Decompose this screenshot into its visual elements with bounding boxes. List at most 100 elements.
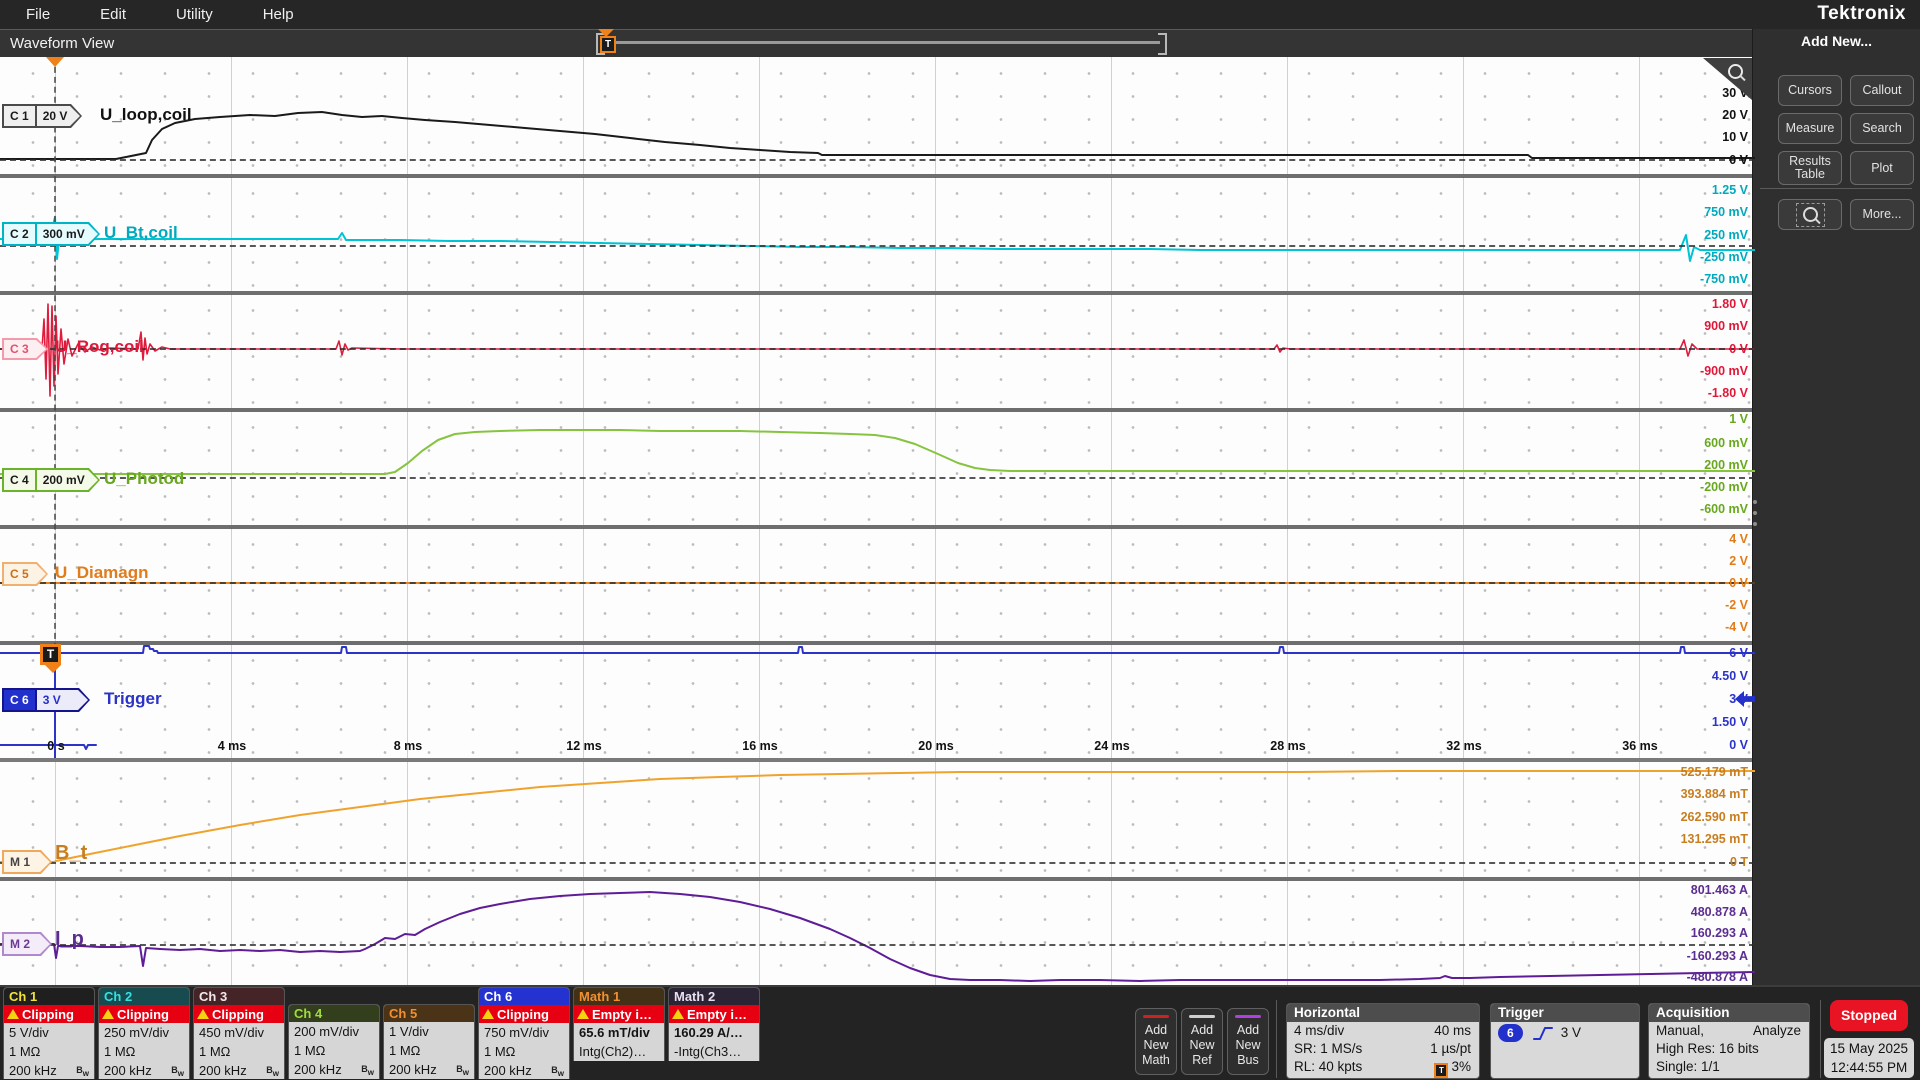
ch3-settings-badge[interactable]: Ch 3 Clipping 450 mV/div 1 MΩ 200 kHzBw: [193, 987, 285, 1079]
ch5-trace: [0, 528, 1755, 641]
ch1-axis-label: 0 V: [1729, 153, 1748, 167]
warning-icon: [482, 1009, 494, 1019]
measure-button[interactable]: Measure: [1778, 113, 1842, 144]
time-tick-label: 36 ms: [1610, 739, 1670, 753]
magnifier-icon: [1728, 64, 1743, 79]
trigger-position-top-triangle[interactable]: [46, 57, 64, 67]
menu-utility[interactable]: Utility: [176, 6, 213, 23]
ch2-axis-label: -750 mV: [1700, 272, 1748, 286]
ch3-axis-label: 1.80 V: [1712, 297, 1748, 311]
ch3-label[interactable]: U_Rog,coil: [55, 337, 144, 357]
math2-zero-line: [0, 944, 1755, 946]
plot-button[interactable]: Plot: [1850, 151, 1914, 185]
ch6-settings-badge[interactable]: Ch 6 Clipping 750 mV/div 1 MΩ 200 kHzBw: [478, 987, 570, 1079]
run-stop-status-button[interactable]: Stopped: [1830, 1000, 1908, 1031]
add-new-bus-button[interactable]: Add New Bus: [1227, 1008, 1269, 1075]
more-button[interactable]: More...: [1850, 199, 1914, 230]
slice-math2: [0, 880, 1755, 985]
bandwidth-icon: Bw: [361, 1060, 374, 1079]
time-tick-label: 16 ms: [730, 739, 790, 753]
ch5-settings-badge[interactable]: Ch 5 1 V/div 1 MΩ 200 kHzBw: [383, 1004, 475, 1079]
math2-label[interactable]: I_p: [55, 928, 84, 951]
ch5-axis-label: -2 V: [1725, 598, 1748, 612]
ch4-zero-line: [0, 477, 1755, 479]
ch3-axis-label: -1.80 V: [1708, 386, 1748, 400]
channel-badge-c6[interactable]: C 63 V: [2, 688, 90, 712]
horizontal-panel[interactable]: Horizontal 4 ms/div40 ms SR: 1 MS/s1 µs/…: [1286, 1003, 1480, 1079]
ch1-axis-label: 20 V: [1722, 108, 1748, 122]
channel-badge-c4[interactable]: C 4200 mV: [2, 468, 100, 492]
trigger-panel[interactable]: Trigger 6 3 V: [1490, 1003, 1640, 1079]
ch4-axis-label: 200 mV: [1704, 458, 1748, 472]
menu-file[interactable]: File: [26, 6, 50, 23]
time-tick-label: 8 ms: [378, 739, 438, 753]
math2-axis-label: 801.463 A: [1691, 883, 1748, 897]
time-tick-label: 4 ms: [202, 739, 262, 753]
math-color-stripe: [1143, 1015, 1169, 1018]
math2-axis-label: -160.293 A: [1687, 949, 1748, 963]
time-tick-label: 12 ms: [554, 739, 614, 753]
ch4-settings-badge[interactable]: Ch 4 200 mV/div 1 MΩ 200 kHzBw: [288, 1004, 380, 1079]
ch4-axis-label: -200 mV: [1700, 480, 1748, 494]
warning-icon: [102, 1009, 114, 1019]
ch6-axis-label: 4.50 V: [1712, 669, 1748, 683]
panel-drag-handle[interactable]: [1753, 500, 1757, 526]
ch2-axis-label: 250 mV: [1704, 228, 1748, 242]
warning-icon: [197, 1009, 209, 1019]
callout-button[interactable]: Callout: [1850, 75, 1914, 106]
ref-color-stripe: [1189, 1015, 1215, 1018]
ch2-label[interactable]: U_Bt,coil: [104, 223, 178, 243]
ch2-axis-label: 750 mV: [1704, 205, 1748, 219]
ch1-settings-badge[interactable]: Ch 1 Clipping 5 V/div 1 MΩ 200 kHzBw: [3, 987, 95, 1079]
time-tick-label: 24 ms: [1082, 739, 1142, 753]
tektronix-logo: Tektronix: [1817, 3, 1906, 25]
time-tick-label: 28 ms: [1258, 739, 1318, 753]
ch3-trace: [0, 294, 1755, 408]
bus-color-stripe: [1235, 1015, 1261, 1018]
time-tick-label: 0 s: [26, 739, 86, 753]
ch2-zero-line: [0, 245, 1755, 247]
ch1-clipping-warning: Clipping: [4, 1005, 94, 1023]
ch6-axis-label: 1.50 V: [1712, 715, 1748, 729]
ch4-axis-label: 1 V: [1729, 412, 1748, 426]
trigger-position-flag-icon[interactable]: T: [600, 36, 616, 53]
ch6-label[interactable]: Trigger: [104, 689, 162, 709]
ch1-label[interactable]: U_loop,coil: [100, 105, 192, 125]
ch5-axis-label: 4 V: [1729, 532, 1748, 546]
panel-divider: [1760, 188, 1912, 189]
ch1-trace: [0, 57, 1755, 174]
ch4-label[interactable]: U_Photod: [104, 469, 184, 489]
date-time-display: 15 May 2025 12:44:55 PM: [1824, 1038, 1914, 1078]
ch6-axis-label: 0 V: [1729, 738, 1748, 752]
ch1-zero-line: [0, 159, 1755, 161]
channel-badge-c1[interactable]: C 120 V: [2, 104, 82, 128]
math2-empty-warning: Empty i…: [669, 1005, 759, 1023]
math1-label[interactable]: B_t: [55, 842, 87, 865]
math2-settings-badge[interactable]: Math 2 Empty i… 160.29 A/… -Intg(Ch3…: [668, 987, 760, 1061]
ch3-axis-label: 0 V: [1729, 342, 1748, 356]
trigger-source-flag[interactable]: T: [40, 644, 61, 665]
math1-empty-warning: Empty i…: [574, 1005, 664, 1023]
ch3-zero-line: [0, 348, 1755, 350]
acquisition-panel[interactable]: Acquisition Manual,Analyze High Res: 16 …: [1648, 1003, 1810, 1079]
ch2-clipping-warning: Clipping: [99, 1005, 189, 1023]
math1-settings-badge[interactable]: Math 1 Empty i… 65.6 mT/div Intg(Ch2)…: [573, 987, 665, 1061]
add-new-ref-button[interactable]: Add New Ref: [1181, 1008, 1223, 1075]
ch5-label[interactable]: U_Diamagn: [55, 563, 149, 583]
ch2-settings-badge[interactable]: Ch 2 Clipping 250 mV/div 1 MΩ 200 kHzBw: [98, 987, 190, 1079]
channel-badge-c2[interactable]: C 2300 mV: [2, 222, 100, 246]
search-button[interactable]: Search: [1850, 113, 1914, 144]
zoom-select-button[interactable]: [1778, 199, 1842, 230]
ch2-trace: [0, 177, 1755, 291]
results-table-button[interactable]: Results Table: [1778, 151, 1842, 185]
ch2-axis-label: -250 mV: [1700, 250, 1748, 264]
ch5-axis-label: 0 V: [1729, 576, 1748, 590]
horizontal-position-track[interactable]: [604, 41, 1160, 44]
cursors-button[interactable]: Cursors: [1778, 75, 1842, 106]
ch5-zero-line: [0, 582, 1755, 584]
bandwidth-icon: Bw: [551, 1061, 564, 1079]
trigger-source-pill: 6: [1498, 1024, 1523, 1042]
add-new-math-button[interactable]: Add New Math: [1135, 1008, 1177, 1075]
menu-help[interactable]: Help: [263, 6, 294, 23]
menu-edit[interactable]: Edit: [100, 6, 126, 23]
